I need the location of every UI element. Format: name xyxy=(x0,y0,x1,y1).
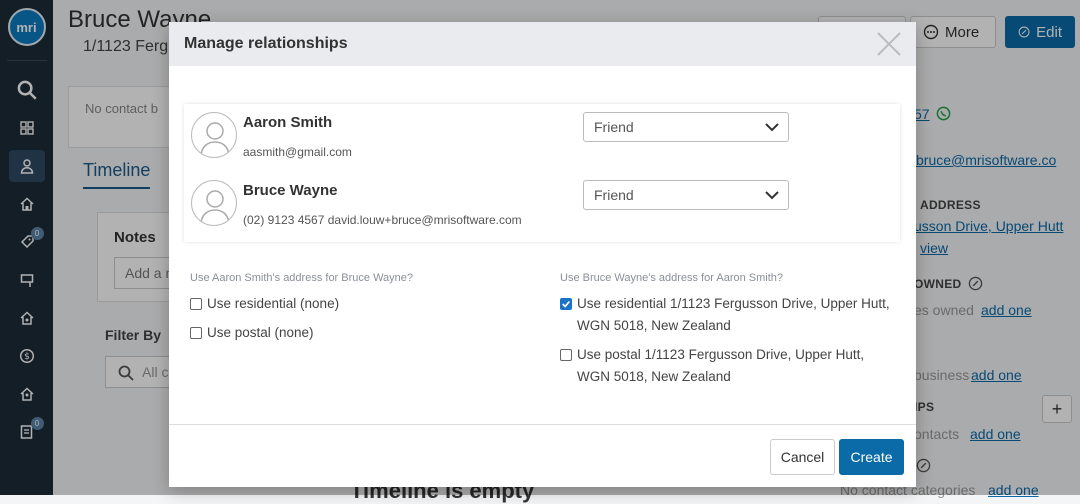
address-question: Use Bruce Wayne's address for Aaron Smit… xyxy=(560,272,784,284)
checkbox[interactable] xyxy=(190,327,202,339)
use-residential-option[interactable]: Use residential (none) xyxy=(190,293,530,315)
check-icon xyxy=(562,300,570,308)
manage-relationships-dialog: Manage relationships Aaron Smith aasmith… xyxy=(169,22,916,487)
avatar xyxy=(191,112,237,158)
cancel-button[interactable]: Cancel xyxy=(770,439,835,475)
chevron-down-icon xyxy=(765,123,779,132)
list-item: Aaron Smith aasmith@gmail.com Friend xyxy=(191,112,891,174)
avatar xyxy=(191,180,237,226)
use-postal-option[interactable]: Use postal (none) xyxy=(190,322,530,344)
modal-footer: Cancel Create xyxy=(169,424,916,487)
option-label: Use postal 1/1123 Fergusson Drive, Upper… xyxy=(577,347,865,384)
relationship-select[interactable]: Friend xyxy=(583,112,789,142)
modal-title: Manage relationships xyxy=(184,35,348,52)
create-button[interactable]: Create xyxy=(839,439,904,475)
person-placeholder-icon xyxy=(200,190,230,224)
use-residential-option[interactable]: Use residential 1/1123 Fergusson Drive, … xyxy=(560,293,890,337)
relationship-list: Aaron Smith aasmith@gmail.com Friend Bru… xyxy=(184,104,900,242)
right-address-options: Use Bruce Wayne's address for Aaron Smit… xyxy=(560,272,890,395)
option-label: Use residential (none) xyxy=(207,296,340,311)
modal-header: Manage relationships xyxy=(169,22,916,66)
checkbox[interactable] xyxy=(190,298,202,310)
option-label: Use residential 1/1123 Fergusson Drive, … xyxy=(577,296,890,333)
close-icon[interactable] xyxy=(876,31,902,57)
checkbox[interactable] xyxy=(560,349,572,361)
left-address-options: Use Aaron Smith's address for Bruce Wayn… xyxy=(190,272,530,351)
person-name: Aaron Smith xyxy=(243,114,333,131)
person-name: Bruce Wayne xyxy=(243,182,338,199)
list-item: Bruce Wayne (02) 9123 4567 david.louw+br… xyxy=(191,180,891,242)
person-placeholder-icon xyxy=(200,122,230,156)
checkbox-checked[interactable] xyxy=(560,298,572,310)
relationship-value: Friend xyxy=(594,187,634,203)
relationship-value: Friend xyxy=(594,119,634,135)
address-question: Use Aaron Smith's address for Bruce Wayn… xyxy=(190,272,414,284)
person-detail: (02) 9123 4567 david.louw+bruce@mrisoftw… xyxy=(243,213,522,227)
use-postal-option[interactable]: Use postal 1/1123 Fergusson Drive, Upper… xyxy=(560,344,890,388)
option-label: Use postal (none) xyxy=(207,325,314,340)
relationship-select[interactable]: Friend xyxy=(583,180,789,210)
person-detail: aasmith@gmail.com xyxy=(243,145,352,159)
chevron-down-icon xyxy=(765,191,779,200)
